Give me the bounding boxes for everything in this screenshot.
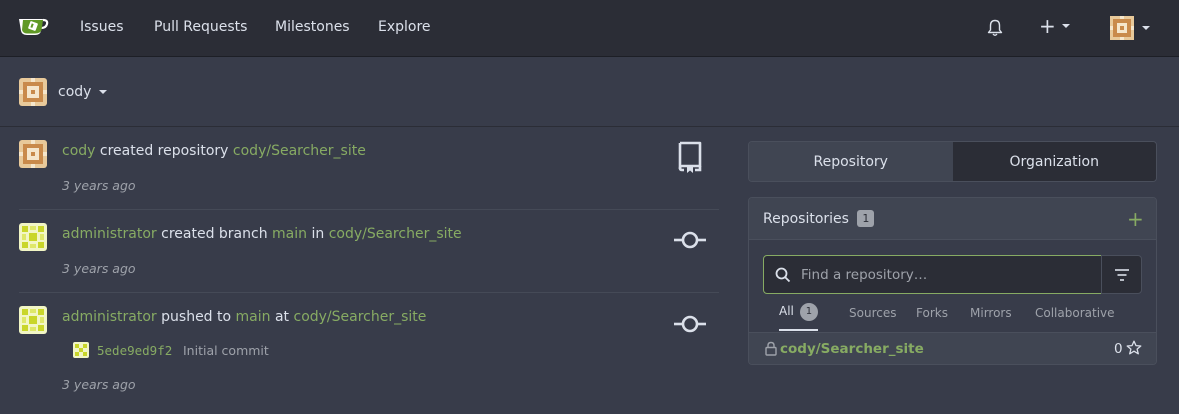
- commit-icon: [674, 315, 706, 333]
- feed-timestamp: 3 years ago: [62, 377, 136, 392]
- feed-actor-link[interactable]: administrator: [62, 226, 157, 242]
- feed-divider: [19, 292, 719, 293]
- subtab-collaborative[interactable]: Collaborative: [1035, 306, 1115, 334]
- repository-search: [763, 255, 1102, 294]
- subtab-mirrors[interactable]: Mirrors: [970, 306, 1012, 334]
- feed-timestamp: 3 years ago: [62, 178, 136, 193]
- notification-bell-icon[interactable]: [987, 19, 1003, 37]
- feed-preposition: at: [274, 309, 290, 325]
- feed-text: administrator created branch main in cod…: [62, 226, 462, 242]
- feed-repo-link[interactable]: cody/Searcher_site: [329, 226, 462, 242]
- tab-organization[interactable]: Organization: [952, 142, 1156, 181]
- feed-preposition: in: [311, 226, 325, 242]
- nav-milestones-link[interactable]: Milestones: [275, 19, 350, 35]
- subtab-all-label: All: [779, 304, 794, 318]
- dashboard-tab-switcher: Repository Organization: [748, 141, 1157, 182]
- gitea-logo-icon[interactable]: [17, 13, 49, 39]
- context-user-header: cody: [0, 57, 1179, 127]
- feed-repo-link[interactable]: cody/Searcher_site: [294, 309, 427, 325]
- nav-pull-requests-link[interactable]: Pull Requests: [154, 19, 247, 35]
- repository-search-input[interactable]: [801, 256, 1091, 293]
- nav-explore-link[interactable]: Explore: [378, 19, 431, 35]
- repositories-count-badge: 1: [857, 210, 875, 227]
- subtab-all[interactable]: All 1: [779, 303, 818, 331]
- user-avatar: [19, 78, 47, 106]
- repository-name-link[interactable]: cody/Searcher_site: [780, 341, 924, 357]
- commit-message: Initial commit: [183, 343, 269, 358]
- context-user-switcher[interactable]: cody: [58, 84, 107, 100]
- user-avatar[interactable]: [19, 306, 47, 334]
- repository-filter-button[interactable]: [1101, 255, 1142, 294]
- feed-branch-link[interactable]: main: [236, 309, 271, 325]
- commit-sha-link[interactable]: 5ede9ed9f2: [97, 343, 172, 358]
- create-new-dropdown[interactable]: +: [1039, 16, 1070, 36]
- search-icon: [775, 267, 791, 283]
- repository-star-count: 0: [1114, 341, 1123, 357]
- feed-action: created repository: [99, 143, 229, 159]
- feed-timestamp: 3 years ago: [62, 261, 136, 276]
- subtab-all-count: 1: [799, 303, 818, 321]
- user-avatar[interactable]: [19, 140, 47, 168]
- lock-icon: [765, 341, 777, 356]
- feed-repo-link[interactable]: cody/Searcher_site: [233, 143, 366, 159]
- star-icon: [1126, 340, 1142, 355]
- feed-divider: [19, 209, 719, 210]
- repository-list-panel: Repositories 1 + All 1 Sources Forks Mirr…: [748, 197, 1157, 365]
- chevron-down-icon: [98, 90, 107, 94]
- user-avatar: [1110, 16, 1134, 40]
- feed-text: cody created repository cody/Searcher_si…: [62, 143, 366, 159]
- chevron-down-icon: [1061, 24, 1070, 28]
- subtab-forks[interactable]: Forks: [916, 306, 948, 334]
- nav-issues-link[interactable]: Issues: [80, 19, 124, 35]
- repository-list-item[interactable]: cody/Searcher_site 0: [749, 332, 1156, 364]
- feed-actor-link[interactable]: administrator: [62, 309, 157, 325]
- new-repository-plus-icon[interactable]: +: [1127, 207, 1144, 231]
- repositories-title: Repositories: [763, 211, 849, 227]
- committer-avatar: [73, 342, 89, 358]
- tab-repository[interactable]: Repository: [749, 142, 953, 181]
- plus-icon: +: [1039, 14, 1056, 38]
- repositories-heading: Repositories 1: [763, 210, 875, 227]
- feed-text: administrator pushed to main at cody/Sea…: [62, 309, 426, 325]
- commit-icon: [674, 231, 706, 249]
- feed-action: pushed to: [161, 309, 232, 325]
- feed-actor-link[interactable]: cody: [62, 143, 95, 159]
- repo-icon: [678, 141, 702, 173]
- filter-icon: [1115, 269, 1129, 281]
- subtab-sources[interactable]: Sources: [849, 306, 896, 334]
- feed-action: created branch: [161, 226, 268, 242]
- repository-list-header: Repositories 1 +: [749, 198, 1156, 240]
- feed-branch-link[interactable]: main: [272, 226, 307, 242]
- context-user-name: cody: [58, 84, 92, 100]
- user-menu-dropdown[interactable]: [1110, 16, 1150, 40]
- chevron-down-icon: [1142, 26, 1150, 30]
- user-avatar[interactable]: [19, 223, 47, 251]
- top-navbar: Issues Pull Requests Milestones Explore …: [0, 0, 1179, 57]
